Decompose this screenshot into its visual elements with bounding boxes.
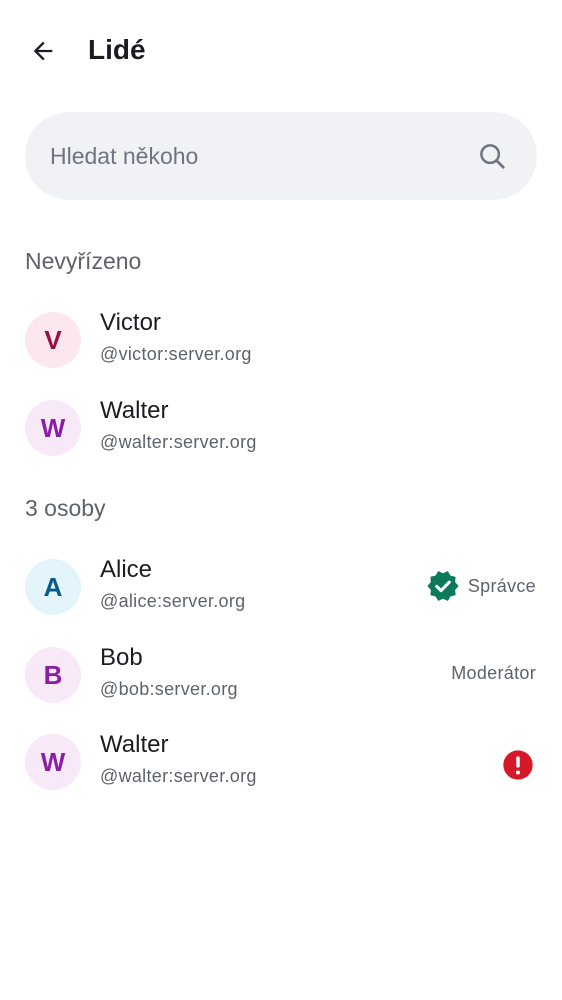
section-title-pending: Nevyřízeno [25,248,142,274]
back-button[interactable] [22,30,64,72]
member-handle: @walter:server.org [100,432,257,452]
member-row[interactable]: W Walter @walter:server.org [0,722,562,802]
member-row[interactable]: B Bob @bob:server.org Moderátor [0,635,562,715]
error-icon [503,750,533,780]
member-name: Walter [100,397,169,424]
member-row[interactable]: A Alice @alice:server.org Správce [0,547,562,627]
avatar: V [25,312,81,368]
top-app-bar: Lidé [0,0,562,100]
admin-role: Správce [426,569,536,603]
arrow-back-icon [33,41,53,61]
role-label: Moderátor [451,663,536,683]
member-handle: @walter:server.org [100,766,257,786]
search-icon [480,144,505,169]
avatar: W [25,400,81,456]
verified-badge-icon [427,571,459,601]
member-handle: @alice:server.org [100,591,246,611]
avatar: B [25,647,81,703]
search-input[interactable] [50,136,470,176]
member-handle: @victor:server.org [100,344,252,364]
member-name: Victor [100,309,161,336]
member-name: Bob [100,644,143,671]
role-label: Správce [467,576,536,596]
member-name: Alice [100,556,153,583]
avatar: W [25,734,81,790]
page-title: Lidé [88,34,146,65]
member-handle: @bob:server.org [100,679,238,699]
member-row[interactable]: W Walter @walter:server.org [0,388,562,468]
avatar: A [25,559,81,615]
section-title-members: 3 osoby [25,495,106,521]
search-bar[interactable] [25,112,537,200]
member-name: Walter [100,731,169,758]
member-row[interactable]: V Victor @victor:server.org [0,300,562,380]
